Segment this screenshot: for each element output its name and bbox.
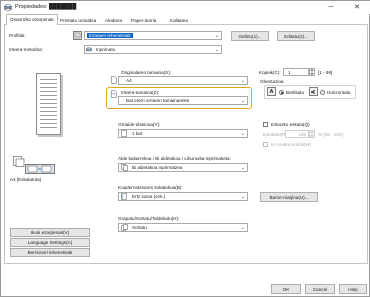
- chevron-down-icon: ⌄: [240, 225, 245, 231]
- output-size-label: Irteera-tamaina(Z):: [121, 90, 160, 95]
- preview-line: [40, 83, 57, 84]
- preview-line: [40, 111, 57, 112]
- profile-label: Profilak:: [9, 33, 26, 38]
- landscape-label: Horizontala: [327, 90, 351, 95]
- output-size-value: Bat etorri orriaren tamainarekin: [126, 98, 190, 103]
- page-layout-label: Orrialde-diseinua(Y):: [118, 122, 161, 127]
- copies-range: [1 - 99]: [318, 70, 333, 75]
- profile-select[interactable]: Ezarpen lehenetsiak ⌄: [84, 31, 222, 40]
- preview-caption: A4 [Eskalatuta]: [10, 177, 41, 182]
- staple-select[interactable]: Sortatu ⌄: [118, 223, 248, 232]
- original-size-select[interactable]: A4 ⌄: [118, 76, 248, 85]
- chevron-down-icon: ⌄: [240, 194, 245, 200]
- minimize-icon: ─: [328, 3, 334, 11]
- output-method-label: Irteera-metodoa:: [9, 47, 43, 52]
- chevron-down-icon: ⌄: [240, 78, 245, 84]
- binding-select[interactable]: Ertz luzea (ezk.) ⌄: [118, 192, 248, 201]
- language-settings-button[interactable]: Language Settings(A): [10, 238, 90, 247]
- page-layout-select[interactable]: 1 bat ⌄: [118, 129, 248, 138]
- view-settings-button[interactable]: Ikusi ezarpenak(V): [10, 228, 90, 237]
- landscape-icon: A: [309, 87, 318, 96]
- print-icon: [86, 47, 92, 53]
- output-method-value: Inprimatu: [96, 47, 116, 52]
- close-button[interactable]: ✕: [345, 1, 369, 13]
- preview-line: [40, 79, 57, 80]
- preview-line: [40, 99, 57, 100]
- preview-line: [40, 91, 57, 92]
- scaling-value: 100: [298, 131, 306, 137]
- printer-icon: [4, 4, 12, 11]
- window-title: Propiedades: ███████: [15, 4, 77, 10]
- portrait-icon: A: [267, 87, 276, 96]
- preview-line: [40, 87, 57, 88]
- chevron-down-icon: ⌄: [240, 131, 245, 137]
- binding-value: Ertz luzea (ezk.): [132, 194, 166, 199]
- watermark-checkbox[interactable]: [263, 142, 268, 147]
- output-page-icon: [111, 90, 117, 99]
- collate-icon: [121, 224, 128, 232]
- profile-icon: [73, 31, 82, 40]
- watermark-label: Ur-marka erabili(W): [271, 142, 312, 147]
- document-icon: [111, 76, 117, 85]
- preview-line: [40, 119, 57, 120]
- scaling-input[interactable]: 100: [285, 130, 309, 138]
- preview-line: [40, 107, 57, 108]
- minimize-button[interactable]: ─: [319, 1, 343, 13]
- portrait-radio[interactable]: [279, 90, 284, 96]
- close-icon: ✕: [354, 4, 360, 11]
- preview-line: [40, 103, 57, 104]
- properties-dialog: Propiedades: ███████ ─ ✕ Oinarrizko ezar…: [0, 0, 370, 297]
- cancel-button[interactable]: Cancel: [305, 284, 335, 294]
- preview-area: [32, 73, 62, 135]
- preview-line: [40, 127, 57, 128]
- copies-label: Kopiak(C):: [259, 70, 281, 75]
- ok-button[interactable]: OK: [271, 284, 301, 294]
- gutter-button[interactable]: Barne-marjina(U)...: [260, 192, 318, 202]
- edit-profile-button[interactable]: Editatu(2)...: [277, 31, 315, 41]
- landscape-radio[interactable]: [320, 90, 325, 96]
- profile-value: Ezarpen lehenetsiak: [87, 33, 133, 38]
- staple-label: Grapatu/Sortatu/Taldekatu(H):: [118, 216, 180, 221]
- duplex-preview-icon: [25, 164, 55, 174]
- original-size-label: Originalaren tamaina(S):: [121, 70, 172, 75]
- portrait-label: Bertikala: [286, 90, 304, 95]
- scaling-spinner[interactable]: ▲ ▼: [309, 130, 315, 138]
- output-size-select[interactable]: Bat etorri orriaren tamainarekin ⌄: [118, 96, 248, 105]
- preview-line: [40, 95, 57, 96]
- copies-value: 1: [288, 69, 291, 75]
- layout-icon: [121, 130, 127, 138]
- scaling-range: % [25 - 200]: [318, 132, 343, 137]
- duplex-select[interactable]: Bi aldetakoa inprimatzea ⌄: [118, 163, 248, 172]
- duplex-label: Alde bakarrekoa / Bi aldetakoa / Liburux…: [118, 156, 231, 161]
- manual-scaling-label: Eskuzko eskala(Q): [271, 122, 310, 127]
- duplex-value: Bi aldetakoa inprimatzea: [132, 165, 183, 170]
- manual-scaling-checkbox[interactable]: [263, 122, 268, 127]
- restore-defaults-button[interactable]: Berrezarri lehenetsiak: [10, 248, 90, 257]
- orientation-label: Orientazioa: [260, 79, 284, 84]
- chevron-down-icon: ⌄: [214, 33, 219, 39]
- copier-icon: [13, 156, 25, 168]
- duplex-icon: [121, 164, 128, 172]
- preview-line: [40, 115, 57, 116]
- chevron-down-icon: ⌄: [214, 47, 219, 53]
- binding-icon: [121, 193, 127, 201]
- original-size-value: A4: [126, 78, 132, 83]
- basic-settings-panel: Profilak: Ezarpen lehenetsiak ⌄ Gehitu(1…: [4, 24, 368, 264]
- title-bar: Propiedades: ███████ ─ ✕: [1, 1, 370, 14]
- chevron-down-icon: ⌄: [240, 165, 245, 171]
- copies-spinner[interactable]: ▲ ▼: [309, 68, 315, 76]
- tab-basic-settings[interactable]: Oinarrizko ezarpenak: [6, 14, 58, 25]
- add-profile-button[interactable]: Gehitu(1)...: [231, 31, 269, 41]
- chevron-down-icon: ⌄: [240, 98, 245, 104]
- page-preview: [36, 73, 61, 135]
- binding-label: Koadernatzearen kokalekua(B):: [118, 185, 183, 190]
- output-method-select[interactable]: Inprimatu ⌄: [84, 45, 222, 54]
- copies-input[interactable]: 1: [283, 68, 309, 76]
- help-button[interactable]: Help: [339, 284, 367, 294]
- preview-line: [40, 123, 57, 124]
